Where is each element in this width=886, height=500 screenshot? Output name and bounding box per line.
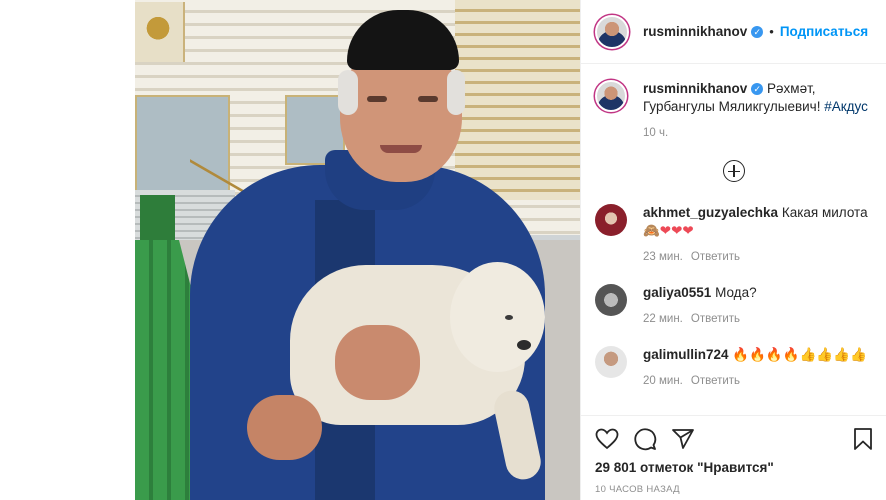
commenter-avatar[interactable]	[595, 204, 627, 236]
author-avatar[interactable]	[595, 14, 629, 49]
likes-count[interactable]: 29 801 отметок "Нравится"	[595, 460, 873, 475]
commenter-avatar[interactable]	[595, 284, 627, 316]
caption: rusminnikhanov ✓ Рәхмәт, Гурбангулы Мялик…	[595, 80, 872, 142]
post-photo[interactable]	[135, 0, 580, 500]
verified-badge-icon: ✓	[751, 25, 764, 38]
comments-list: rusminnikhanov ✓ Рәхмәт, Гурбангулы Мялик…	[581, 64, 886, 390]
post-header: rusminnikhanov ✓ • Подписаться	[581, 0, 886, 64]
comment-text: Какая милота	[781, 205, 868, 220]
comment-time[interactable]: 20 мин.	[643, 375, 683, 387]
comment-username[interactable]: galiya0551	[643, 285, 711, 300]
post-timestamp[interactable]: 10 ЧАСОВ НАЗАД	[595, 484, 873, 495]
load-more-icon[interactable]	[722, 160, 745, 182]
puppy-head	[450, 262, 545, 372]
commenter-avatar[interactable]	[595, 346, 627, 378]
caption-username[interactable]: rusminnikhanov	[643, 81, 747, 96]
emblem	[135, 2, 185, 62]
bookmark-icon[interactable]	[853, 427, 873, 451]
verified-badge-icon: ✓	[751, 83, 764, 96]
page-margin	[0, 0, 135, 500]
comment-time[interactable]: 22 мин.	[643, 313, 683, 325]
comment-item: akhmet_guzyalechka Какая милота 🙈❤❤❤ 23 …	[595, 204, 872, 266]
comment-emoji: 🔥🔥🔥🔥👍👍👍👍	[732, 347, 867, 362]
comment-item: galimullin724 🔥🔥🔥🔥👍👍👍👍 20 мин. Ответить	[595, 346, 872, 390]
comment-emoji: 🙈❤❤❤	[643, 223, 694, 238]
comment-username[interactable]: galimullin724	[643, 347, 729, 362]
comment-icon[interactable]	[633, 427, 657, 451]
reply-button[interactable]: Ответить	[691, 313, 740, 325]
heart-icon[interactable]	[595, 428, 619, 450]
post-sidebar: rusminnikhanov ✓ • Подписаться rusminnik…	[580, 0, 886, 500]
author-username[interactable]: rusminnikhanov	[643, 24, 747, 39]
share-icon[interactable]	[671, 428, 695, 450]
caption-time[interactable]: 10 ч.	[643, 127, 668, 139]
reply-button[interactable]: Ответить	[691, 375, 740, 387]
comment-text: Мода?	[715, 285, 757, 300]
follow-button[interactable]: Подписаться	[780, 24, 868, 39]
hashtag-link[interactable]: #Акдус	[824, 99, 868, 114]
comment-username[interactable]: akhmet_guzyalechka	[643, 205, 778, 220]
comment-item: galiya0551 Мода? 22 мин. Ответить	[595, 284, 872, 328]
author-avatar[interactable]	[595, 80, 627, 112]
reply-button[interactable]: Ответить	[691, 251, 740, 263]
separator-dot: •	[769, 24, 774, 39]
comment-time[interactable]: 23 мин.	[643, 251, 683, 263]
action-bar: 29 801 отметок "Нравится" 10 ЧАСОВ НАЗАД	[581, 415, 886, 495]
